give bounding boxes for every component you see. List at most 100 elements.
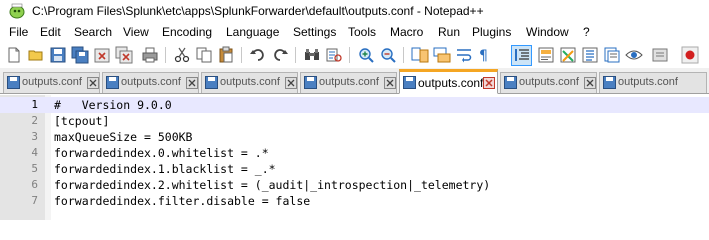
line-text[interactable]: forwardedindex.filter.disable = false [54,194,310,208]
tab-outputs-conf-3[interactable]: outputs.conf [201,72,298,93]
open-file-icon[interactable] [27,46,45,64]
toolbar-separator [165,47,166,63]
tab-close-icon[interactable] [285,77,297,89]
file-icon [7,76,20,89]
menu-window[interactable]: Window [526,25,569,39]
tab-outputs-conf-2[interactable]: outputs.conf [102,72,199,93]
tab-close-icon[interactable] [584,77,596,89]
close-all-icon[interactable] [115,46,133,64]
line-text[interactable]: forwardedindex.0.whitelist = .* [54,146,269,160]
line-text[interactable]: maxQueueSize = 500KB [54,130,192,144]
menu-language[interactable]: Language [226,25,279,39]
tab-outputs-conf-1[interactable]: outputs.conf [3,72,100,93]
tab-outputs-conf-7[interactable]: outputs.conf [599,72,707,93]
toolbar-separator [349,47,350,63]
function-list-icon[interactable] [581,46,599,64]
tab-label: outputs.conf [121,76,181,88]
window-title: C:\Program Files\Splunk\etc\apps\SplunkF… [32,4,484,18]
tab-visual-icon[interactable] [651,46,669,64]
code-line: 3 maxQueueSize = 500KB [0,129,709,145]
tab-outputs-conf-6[interactable]: outputs.conf [500,72,597,93]
close-icon[interactable] [93,46,111,64]
toolbar-separator [295,47,296,63]
show-all-characters-icon[interactable]: ¶ [475,46,493,64]
undo-icon[interactable] [249,46,267,64]
menu-help[interactable]: ? [583,25,590,39]
tab-label: outputs.conf [618,76,678,88]
file-icon [504,76,517,89]
menu-search[interactable]: Search [74,25,112,39]
document-map-icon[interactable] [559,46,577,64]
menu-bar: File Edit Search View Encoding Language … [0,22,709,42]
line-text[interactable]: forwardedindex.2.whitelist = (_audit|_in… [54,178,490,192]
line-number: 1 [31,98,38,111]
find-icon[interactable] [303,46,321,64]
tab-label: outputs.conf [519,76,579,88]
line-number: 3 [31,130,38,143]
svg-text:¶: ¶ [479,48,488,64]
tab-close-icon[interactable] [384,77,396,89]
file-icon [603,76,616,89]
redo-icon[interactable] [271,46,289,64]
line-text[interactable]: forwardedindex.1.blacklist = _.* [54,162,276,176]
sync-vertical-scrolling-icon[interactable] [411,46,429,64]
menu-tools[interactable]: Tools [348,25,376,39]
tab-close-icon[interactable] [87,77,99,89]
toolbar-separator [241,47,242,63]
print-icon[interactable] [141,46,159,64]
menu-file[interactable]: File [9,25,28,39]
cut-icon[interactable] [173,46,191,64]
line-number: 6 [31,178,38,191]
tab-outputs-conf-5-active[interactable]: outputs.conf [399,69,498,94]
menu-plugins[interactable]: Plugins [472,25,511,39]
line-number: 4 [31,146,38,159]
file-icon [304,76,317,89]
indent-guide-icon[interactable] [513,46,531,64]
line-number: 5 [31,162,38,175]
save-icon[interactable] [49,46,67,64]
code-line: 7 forwardedindex.filter.disable = false [0,193,709,209]
tab-label: outputs.conf [22,76,82,88]
menu-encoding[interactable]: Encoding [162,25,212,39]
user-defined-language-icon[interactable] [537,46,555,64]
menu-macro[interactable]: Macro [390,25,423,39]
copy-icon[interactable] [195,46,213,64]
tab-outputs-conf-4[interactable]: outputs.conf [300,72,397,93]
sync-horizontal-scrolling-icon[interactable] [433,46,451,64]
folder-as-workspace-icon[interactable] [603,46,621,64]
tab-label: outputs.conf [319,76,379,88]
zoom-out-icon[interactable] [379,46,397,64]
file-icon [106,76,119,89]
tab-label: outputs.conf [418,76,484,90]
menu-view[interactable]: View [123,25,149,39]
tab-label: outputs.conf [220,76,280,88]
line-text[interactable]: [tcpout] [54,114,109,128]
line-text[interactable]: # Version 9.0.0 [54,98,172,112]
toolbar: ¶ [0,42,709,68]
code-line: 6 forwardedindex.2.whitelist = (_audit|_… [0,177,709,193]
file-icon [403,76,416,89]
line-number: 7 [31,194,38,207]
save-all-icon[interactable] [71,46,89,64]
tab-bar: outputs.conf outputs.conf outputs.conf o… [0,68,709,94]
menu-settings[interactable]: Settings [293,25,336,39]
word-wrap-icon[interactable] [455,46,473,64]
tab-close-icon[interactable] [483,77,495,89]
title-bar: C:\Program Files\Splunk\etc\apps\SplunkF… [0,0,709,22]
menu-edit[interactable]: Edit [40,25,61,39]
menu-run[interactable]: Run [438,25,460,39]
code-line: 4 forwardedindex.0.whitelist = .* [0,145,709,161]
record-macro-icon[interactable] [681,46,699,64]
new-file-icon[interactable] [5,46,23,64]
toolbar-separator [403,47,404,63]
line-number: 2 [31,114,38,127]
tab-close-icon[interactable] [186,77,198,89]
notepad-plus-plus-icon [8,2,26,20]
monitoring-icon[interactable] [625,46,643,64]
code-line: 1 # Version 9.0.0 [0,97,709,113]
replace-icon[interactable] [325,46,343,64]
editor[interactable]: 1 # Version 9.0.0 2 [tcpout] 3 maxQueueS… [0,95,709,220]
code-line: 2 [tcpout] [0,113,709,129]
paste-icon[interactable] [217,46,235,64]
zoom-in-icon[interactable] [357,46,375,64]
